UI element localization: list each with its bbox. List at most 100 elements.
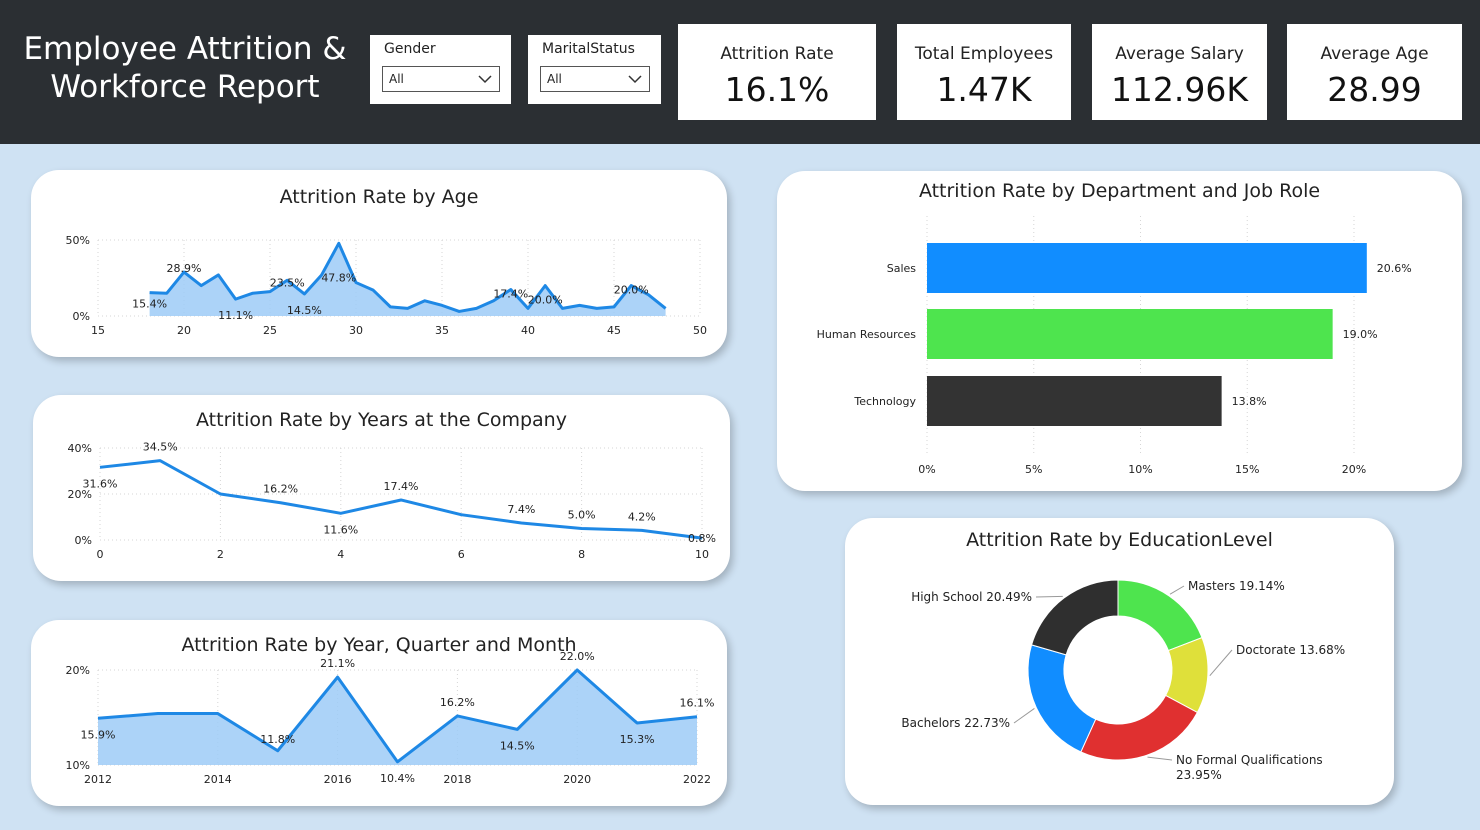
y-tick-label: 0%: [75, 534, 92, 547]
data-label: 19.0%: [1343, 328, 1378, 341]
x-tick-label: 20%: [1342, 463, 1366, 476]
data-label: 20.6%: [1377, 262, 1412, 275]
data-label: 7.4%: [507, 503, 535, 516]
gender-dropdown[interactable]: All: [382, 66, 500, 92]
data-label: 20.0%: [528, 294, 563, 307]
data-label: 16.2%: [263, 483, 298, 496]
marital-status-dropdown-value: All: [547, 72, 562, 86]
data-label: 21.1%: [320, 657, 355, 670]
marital-status-dropdown[interactable]: All: [540, 66, 650, 92]
marital-status-slicer: MaritalStatus All: [528, 35, 661, 104]
bar: [927, 243, 1367, 293]
kpi-label: Total Employees: [914, 44, 1054, 64]
x-tick-label: 2020: [563, 773, 591, 786]
data-label: 20.0%: [614, 284, 649, 297]
department-chart-card: Attrition Rate by Department and Job Rol…: [777, 171, 1462, 491]
kpi-value: 112.96K: [1110, 70, 1249, 109]
leader-line: [1013, 708, 1035, 724]
education-chart-card: Attrition Rate by EducationLevel Masters…: [845, 518, 1394, 805]
leader-line: [1209, 649, 1233, 677]
kpi-value: 16.1%: [724, 70, 830, 109]
leader-line: [1169, 585, 1185, 595]
kpi-label: Average Age: [1320, 44, 1429, 64]
kpi-label: Average Salary: [1115, 44, 1244, 64]
data-label: 47.8%: [321, 271, 356, 284]
x-tick-label: 8: [578, 548, 585, 561]
data-label: 0.8%: [688, 532, 716, 545]
slice-label: High School 20.49%: [911, 590, 1032, 604]
data-label: 10.4%: [380, 772, 415, 785]
kpi-attrition-rate: Attrition Rate 16.1%: [678, 24, 876, 120]
bar: [927, 376, 1222, 426]
data-label: 17.4%: [384, 480, 419, 493]
data-label: 14.5%: [500, 739, 535, 752]
slice-label: No Formal Qualifications 23.95%: [1176, 753, 1323, 782]
x-tick-label: 20: [177, 324, 191, 337]
bar: [927, 309, 1333, 359]
data-label: 14.5%: [287, 304, 322, 317]
x-tick-label: 2014: [204, 773, 232, 786]
x-tick-label: 4: [337, 548, 344, 561]
kpi-total-employees: Total Employees 1.47K: [897, 24, 1071, 120]
timeline-chart: 2012 2014 2016 2018 2020 2022 10% 20% 15.9% 11.8%…: [66, 650, 715, 786]
x-tick-label: 6: [458, 548, 465, 561]
x-tick-label: 15%: [1235, 463, 1259, 476]
x-tick-label: 2012: [84, 773, 112, 786]
donut-slice: [1027, 644, 1097, 753]
slice-label: Bachelors 22.73%: [901, 716, 1010, 730]
slice-label: Masters 19.14%: [1188, 579, 1285, 593]
data-label: 15.3%: [620, 733, 655, 746]
x-tick-label: 40: [521, 324, 535, 337]
data-label: 22.0%: [560, 650, 595, 663]
x-tick-label: 2018: [443, 773, 471, 786]
y-tick-label: 50%: [66, 234, 90, 247]
data-label: 11.1%: [218, 309, 253, 322]
leader-line: [1147, 756, 1173, 761]
donut-slice: [1030, 579, 1119, 656]
report-title: Employee Attrition & Workforce Report: [23, 31, 347, 105]
years-chart-card: Attrition Rate by Years at the Company 0…: [33, 395, 730, 581]
data-label: 23.5%: [270, 276, 305, 289]
series-area: [149, 243, 666, 316]
y-tick-label: 20%: [66, 664, 90, 677]
data-label: 31.6%: [83, 477, 118, 490]
x-tick-label: 50: [693, 324, 707, 337]
department-chart: 0% 5% 10% 15% 20% Sales 20.6% Human Resources 19…: [817, 216, 1412, 476]
kpi-average-salary: Average Salary 112.96K: [1092, 24, 1267, 120]
data-label: 17.4%: [493, 288, 528, 301]
data-label: 15.9%: [81, 728, 116, 741]
kpi-value: 1.47K: [936, 70, 1032, 109]
series-area: [98, 670, 697, 765]
marital-status-slicer-label: MaritalStatus: [542, 41, 635, 57]
y-tick-label: 40%: [68, 442, 92, 455]
x-tick-label: 30: [349, 324, 363, 337]
category-label: Sales: [887, 262, 917, 275]
age-chart: 15 20 25 30 35 40 45 50 0% 50% 15.4% 28.9% 11.1% 23.5…: [66, 234, 707, 337]
x-tick-label: 45: [607, 324, 621, 337]
data-label: 4.2%: [628, 510, 656, 523]
x-tick-label: 2022: [683, 773, 711, 786]
age-chart-card: Attrition Rate by Age 15 20 25 30 35 40 45 50 0%…: [31, 170, 727, 357]
x-tick-label: 25: [263, 324, 277, 337]
data-label: 34.5%: [143, 441, 178, 454]
x-tick-label: 2016: [324, 773, 352, 786]
kpi-label: Attrition Rate: [720, 44, 834, 64]
data-label: 11.6%: [323, 523, 358, 536]
gender-slicer: Gender All: [370, 35, 511, 104]
data-label: 5.0%: [568, 509, 596, 522]
data-label: 16.1%: [680, 697, 715, 710]
x-tick-label: 10: [695, 548, 709, 561]
data-label: 28.9%: [167, 262, 202, 275]
x-tick-label: 5%: [1025, 463, 1042, 476]
gender-dropdown-value: All: [389, 72, 404, 86]
education-chart: Masters 19.14% Doctorate 13.68% No Formal …: [901, 579, 1345, 782]
data-label: 11.8%: [260, 733, 295, 746]
x-tick-label: 10%: [1128, 463, 1152, 476]
data-label: 13.8%: [1232, 395, 1267, 408]
y-tick-label: 10%: [66, 759, 90, 772]
data-label: 16.2%: [440, 696, 475, 709]
years-chart: 0 2 4 6 8 100%20%40%31.6%34.5%16.2%11.6%17.4%…: [68, 441, 716, 561]
kpi-average-age: Average Age 28.99: [1287, 24, 1462, 120]
gender-slicer-label: Gender: [384, 41, 436, 57]
leader-line: [1035, 595, 1063, 598]
